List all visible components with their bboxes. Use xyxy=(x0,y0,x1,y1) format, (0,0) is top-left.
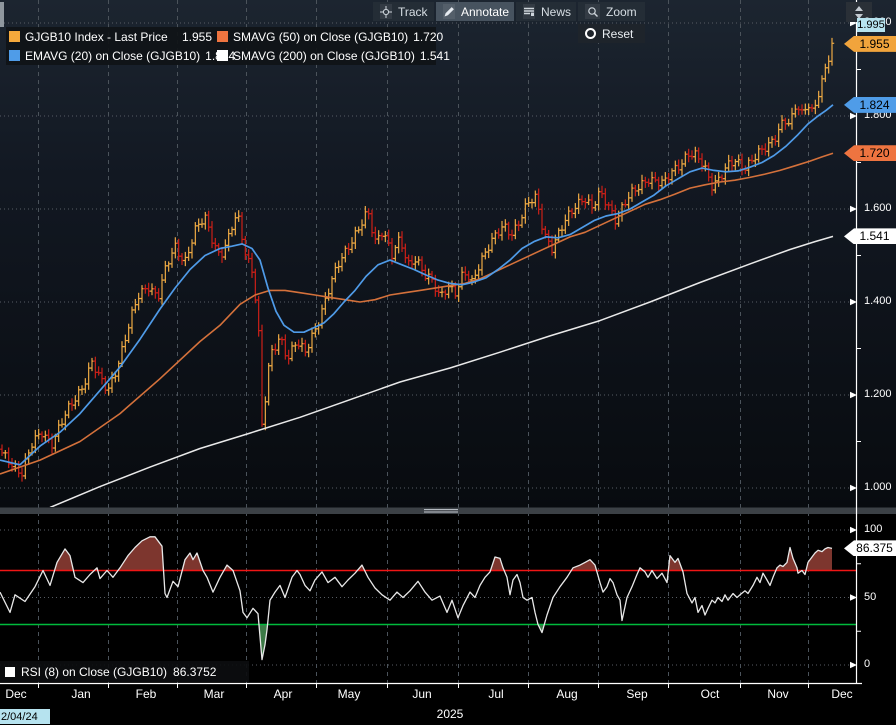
zoom-button[interactable]: Zoom xyxy=(578,2,645,21)
smavg50-swatch xyxy=(217,31,228,42)
reset-button[interactable]: Reset xyxy=(578,24,645,43)
legend-value: 1.541 xyxy=(420,49,455,63)
price-axis-tag[interactable]: 1.824 xyxy=(844,97,896,113)
legend-item-smavg200[interactable]: SMAVG (200) on Close (GJGB10) 1.541 xyxy=(217,49,435,63)
rsi-axis-tag[interactable]: 86.375 xyxy=(844,540,896,556)
price-axis-tag[interactable]: 1.955 xyxy=(844,36,896,52)
month-label: Dec xyxy=(5,687,26,701)
legend-item-smavg50[interactable]: SMAVG (50) on Close (GJGB10) 1.720 xyxy=(217,30,435,44)
year-label: 2025 xyxy=(437,707,464,721)
start-date-chip: 2/04/24 xyxy=(0,709,50,724)
price-panel-bg xyxy=(0,0,896,508)
track-button-label: Track xyxy=(398,5,428,19)
annotate-button[interactable]: Annotate xyxy=(436,2,514,21)
legend-value: 1.955 xyxy=(182,30,217,44)
month-label: Apr xyxy=(274,687,293,701)
legend-label: SMAVG (200) on Close (GJGB10) xyxy=(233,49,415,63)
chart-canvas[interactable] xyxy=(0,0,896,725)
month-label: Sep xyxy=(626,687,647,701)
left-edge-artifact xyxy=(0,2,4,27)
rsi-tick-label: 50 xyxy=(864,591,876,603)
track-button[interactable]: Track xyxy=(373,2,434,21)
rsi-swatch xyxy=(5,667,15,677)
news-lines-icon xyxy=(523,4,535,19)
annotate-button-label: Annotate xyxy=(461,5,509,19)
month-label: Jan xyxy=(71,687,90,701)
legend-item-last-price[interactable]: GJGB10 Index - Last Price 1.955 xyxy=(9,30,217,44)
price-tick-label: 1.000 xyxy=(864,481,892,493)
price-tick-label: 1.400 xyxy=(864,295,892,307)
target-circle-icon xyxy=(585,28,596,39)
last-trade-price-tag[interactable]: 1.995 xyxy=(857,18,885,32)
news-button[interactable]: News xyxy=(516,2,576,21)
emavg20-swatch xyxy=(9,50,20,61)
month-label: Jul xyxy=(488,687,503,701)
price-tick-label: 1.200 xyxy=(864,388,892,400)
legend-item-emavg20[interactable]: EMAVG (20) on Close (GJGB10) 1.824 xyxy=(9,49,217,63)
zoom-button-label: Zoom xyxy=(606,5,637,19)
crosshair-icon xyxy=(380,4,392,19)
rsi-legend-value: 86.3752 xyxy=(173,665,216,679)
chevron-up-icon xyxy=(855,6,863,11)
month-label: Jun xyxy=(412,687,431,701)
legend-label: GJGB10 Index - Last Price xyxy=(25,30,168,44)
magnifier-icon xyxy=(585,4,600,19)
month-label: May xyxy=(338,687,361,701)
price-tick-label: 1.600 xyxy=(864,202,892,214)
smavg200-swatch xyxy=(217,50,228,61)
rsi-tick-label: 0 xyxy=(864,658,870,670)
legend-value: 1.720 xyxy=(413,30,448,44)
month-label: Nov xyxy=(767,687,788,701)
month-label: Feb xyxy=(136,687,157,701)
reset-button-label: Reset xyxy=(602,27,633,41)
month-label: Aug xyxy=(556,687,577,701)
month-label: Oct xyxy=(701,687,720,701)
rsi-legend-label: RSI (8) on Close (GJGB10) xyxy=(21,665,167,679)
month-label: Mar xyxy=(204,687,225,701)
panel-divider[interactable] xyxy=(0,508,896,515)
price-axis-tag[interactable]: 1.720 xyxy=(844,145,896,161)
rsi-panel-bg xyxy=(0,514,896,683)
price-axis-tag[interactable]: 1.541 xyxy=(844,228,896,244)
news-button-label: News xyxy=(541,5,571,19)
legend-label: SMAVG (50) on Close (GJGB10) xyxy=(233,30,408,44)
bloomberg-chart-window: Track Annotate News Zoom Reset GJGB10 In… xyxy=(0,0,896,725)
study-legend: GJGB10 Index - Last Price 1.955 SMAVG (5… xyxy=(6,27,436,65)
rsi-tick-label: 100 xyxy=(864,523,882,535)
last-price-swatch xyxy=(9,31,20,42)
rsi-legend[interactable]: RSI (8) on Close (GJGB10) 86.3752 xyxy=(0,661,249,682)
legend-label: EMAVG (20) on Close (GJGB10) xyxy=(25,49,200,63)
pencil-icon xyxy=(443,4,455,19)
month-label: Dec xyxy=(831,687,852,701)
